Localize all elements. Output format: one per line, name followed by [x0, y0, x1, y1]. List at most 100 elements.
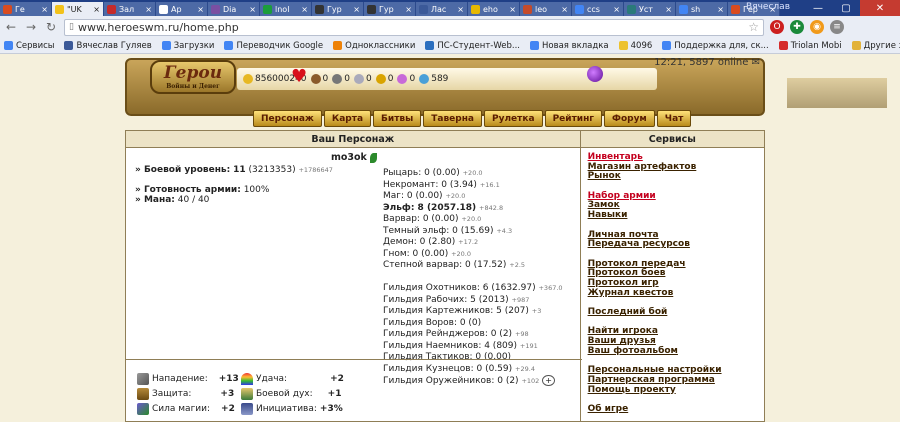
bookmark-item[interactable]: Новая вкладка [529, 41, 609, 51]
reload-icon[interactable]: ↻ [44, 20, 58, 34]
service-link[interactable]: Ваш фотоальбом [588, 346, 678, 356]
shield-icon [137, 388, 149, 400]
guild-row: Гильдия Охотников: 6 (1632.97) +367.0 [383, 283, 563, 295]
bookmark-item[interactable]: Переводчик Google [224, 41, 323, 51]
browser-tab[interactable]: Ар × [156, 2, 208, 16]
menu-item[interactable]: Форум [604, 110, 655, 127]
close-window-icon[interactable]: ✕ [860, 0, 900, 16]
url-bar[interactable]: ▯ www.heroeswm.ru/home.php ☆ [64, 18, 764, 36]
bookmark-item[interactable]: 4096 [618, 41, 652, 51]
menu-icon[interactable]: ≡ [830, 20, 844, 34]
back-icon[interactable]: ← [4, 20, 18, 34]
tab-label: sh [691, 4, 701, 14]
tab-favicon-icon [575, 4, 584, 14]
window-user-label: Вячеслав [746, 2, 790, 12]
browser-tab[interactable]: lnol × [260, 2, 312, 16]
service-link[interactable]: Партнерская программа [588, 375, 715, 385]
tab-close-icon[interactable]: × [353, 5, 360, 14]
tab-close-icon[interactable]: × [717, 5, 724, 14]
mana: » Мана: 40 / 40 [135, 195, 210, 205]
service-link[interactable]: Передача ресурсов [588, 239, 690, 249]
browser-tab[interactable]: Уст × [624, 2, 676, 16]
minimize-icon[interactable]: — [804, 0, 832, 16]
faction-row: Демон: 0 (2.80) +17.2 [383, 237, 563, 249]
service-link-row: Рынок [588, 172, 722, 182]
service-link[interactable]: Инвентарь [588, 152, 643, 162]
service-link[interactable]: Помощь проекту [588, 385, 676, 395]
browser-tab[interactable]: Гур × [364, 2, 416, 16]
tab-close-icon[interactable]: × [457, 5, 464, 14]
menu-item[interactable]: Битвы [373, 110, 422, 127]
service-link[interactable]: Об игре [588, 404, 629, 414]
character-name[interactable]: mo3ok [331, 152, 377, 163]
service-link[interactable]: Навыки [588, 210, 628, 220]
guild-label: Гильдия Воров: 0 (0) [383, 317, 482, 328]
combat-level: » Боевой уровень: 11 (3213353) +1786647 [135, 165, 333, 175]
bookmark-item[interactable]: Вячеслав Гуляев [64, 41, 152, 51]
magic-power-stat: Сила магии: +2 [137, 403, 235, 415]
menu-item[interactable]: Персонаж [253, 110, 322, 127]
browser-tab[interactable]: Гур × [312, 2, 364, 16]
menu-item[interactable]: Рейтинг [544, 110, 603, 127]
bookmark-item[interactable]: Одноклассники [333, 41, 415, 51]
service-link[interactable]: Протокол боев [588, 268, 666, 278]
menu-item[interactable]: Чат [656, 110, 692, 127]
guild-row: Гильдия Воров: 0 (0) [383, 318, 563, 330]
bookmark-item[interactable]: Triolan Mobi [778, 41, 842, 51]
mercury-resource: 0 [354, 74, 372, 84]
adblock-extension-icon[interactable]: ✚ [790, 20, 804, 34]
tab-close-icon[interactable]: × [561, 5, 568, 14]
service-link[interactable]: Найти игрока [588, 326, 658, 337]
tab-close-icon[interactable]: × [613, 5, 620, 14]
service-link[interactable]: Магазин артефактов [588, 162, 697, 172]
browser-tab[interactable]: leo × [520, 2, 572, 16]
tab-close-icon[interactable]: × [41, 5, 48, 14]
menu-item[interactable]: Таверна [423, 110, 482, 127]
service-link[interactable]: Последний бой [588, 307, 668, 317]
service-link[interactable]: Персональные настройки [588, 365, 722, 375]
browser-tab[interactable]: Зал × [104, 2, 156, 16]
tab-favicon-icon [55, 4, 64, 14]
other-bookmarks[interactable]: Другие закладки [851, 41, 900, 51]
menu-item[interactable]: Карта [323, 110, 372, 127]
mana-potion-icon[interactable] [587, 66, 603, 82]
tab-close-icon[interactable]: × [405, 5, 412, 14]
browser-tab[interactable]: Лас × [416, 2, 468, 16]
opera-extension-icon[interactable]: O [770, 20, 784, 34]
tab-close-icon[interactable]: × [249, 5, 256, 14]
forward-icon[interactable]: → [24, 20, 38, 34]
browser-tab[interactable]: "UK × [52, 2, 104, 16]
service-link[interactable]: Рынок [588, 171, 621, 182]
bookmark-item[interactable]: Поддержка для, ск... [662, 41, 769, 51]
tab-close-icon[interactable]: × [509, 5, 516, 14]
bookmark-item[interactable]: ПС-Студент-Web... [425, 41, 520, 51]
browser-tab[interactable]: sh × [676, 2, 728, 16]
tab-close-icon[interactable]: × [197, 5, 204, 14]
character-section-title: Ваш Персонаж [126, 131, 580, 148]
browser-tab[interactable]: Dia × [208, 2, 260, 16]
morale-icon [241, 388, 253, 400]
tab-close-icon[interactable]: × [145, 5, 152, 14]
health-heart-icon[interactable]: ♥ [291, 66, 307, 87]
browser-tab[interactable]: ccs × [572, 2, 624, 16]
service-link[interactable]: Замок [588, 200, 620, 211]
mail-icon[interactable]: ✉ [752, 57, 760, 68]
service-link[interactable]: Протокол игр [588, 278, 659, 288]
browser-tab[interactable]: eho × [468, 2, 520, 16]
menu-item[interactable]: Рулетка [484, 110, 543, 127]
sulfur-icon [375, 74, 386, 84]
service-link[interactable]: Набор армии [588, 191, 656, 201]
tab-close-icon[interactable]: × [665, 5, 672, 14]
tab-close-icon[interactable]: × [301, 5, 308, 14]
maximize-icon[interactable]: ▢ [832, 0, 860, 16]
service-link[interactable]: Журнал квестов [588, 288, 674, 298]
rss-extension-icon[interactable]: ◉ [810, 20, 824, 34]
bookmark-item[interactable]: Сервисы [4, 41, 54, 51]
browser-tab[interactable]: Ге × [0, 2, 52, 16]
bookmark-star-icon[interactable]: ☆ [748, 20, 759, 34]
service-link[interactable]: Личная почта [588, 230, 659, 240]
game-logo[interactable]: Герои Войны и Денег [150, 60, 236, 94]
service-link[interactable]: Ваши друзья [588, 336, 656, 346]
bookmark-item[interactable]: Загрузки [161, 41, 214, 51]
tab-close-icon[interactable]: × [93, 5, 100, 14]
